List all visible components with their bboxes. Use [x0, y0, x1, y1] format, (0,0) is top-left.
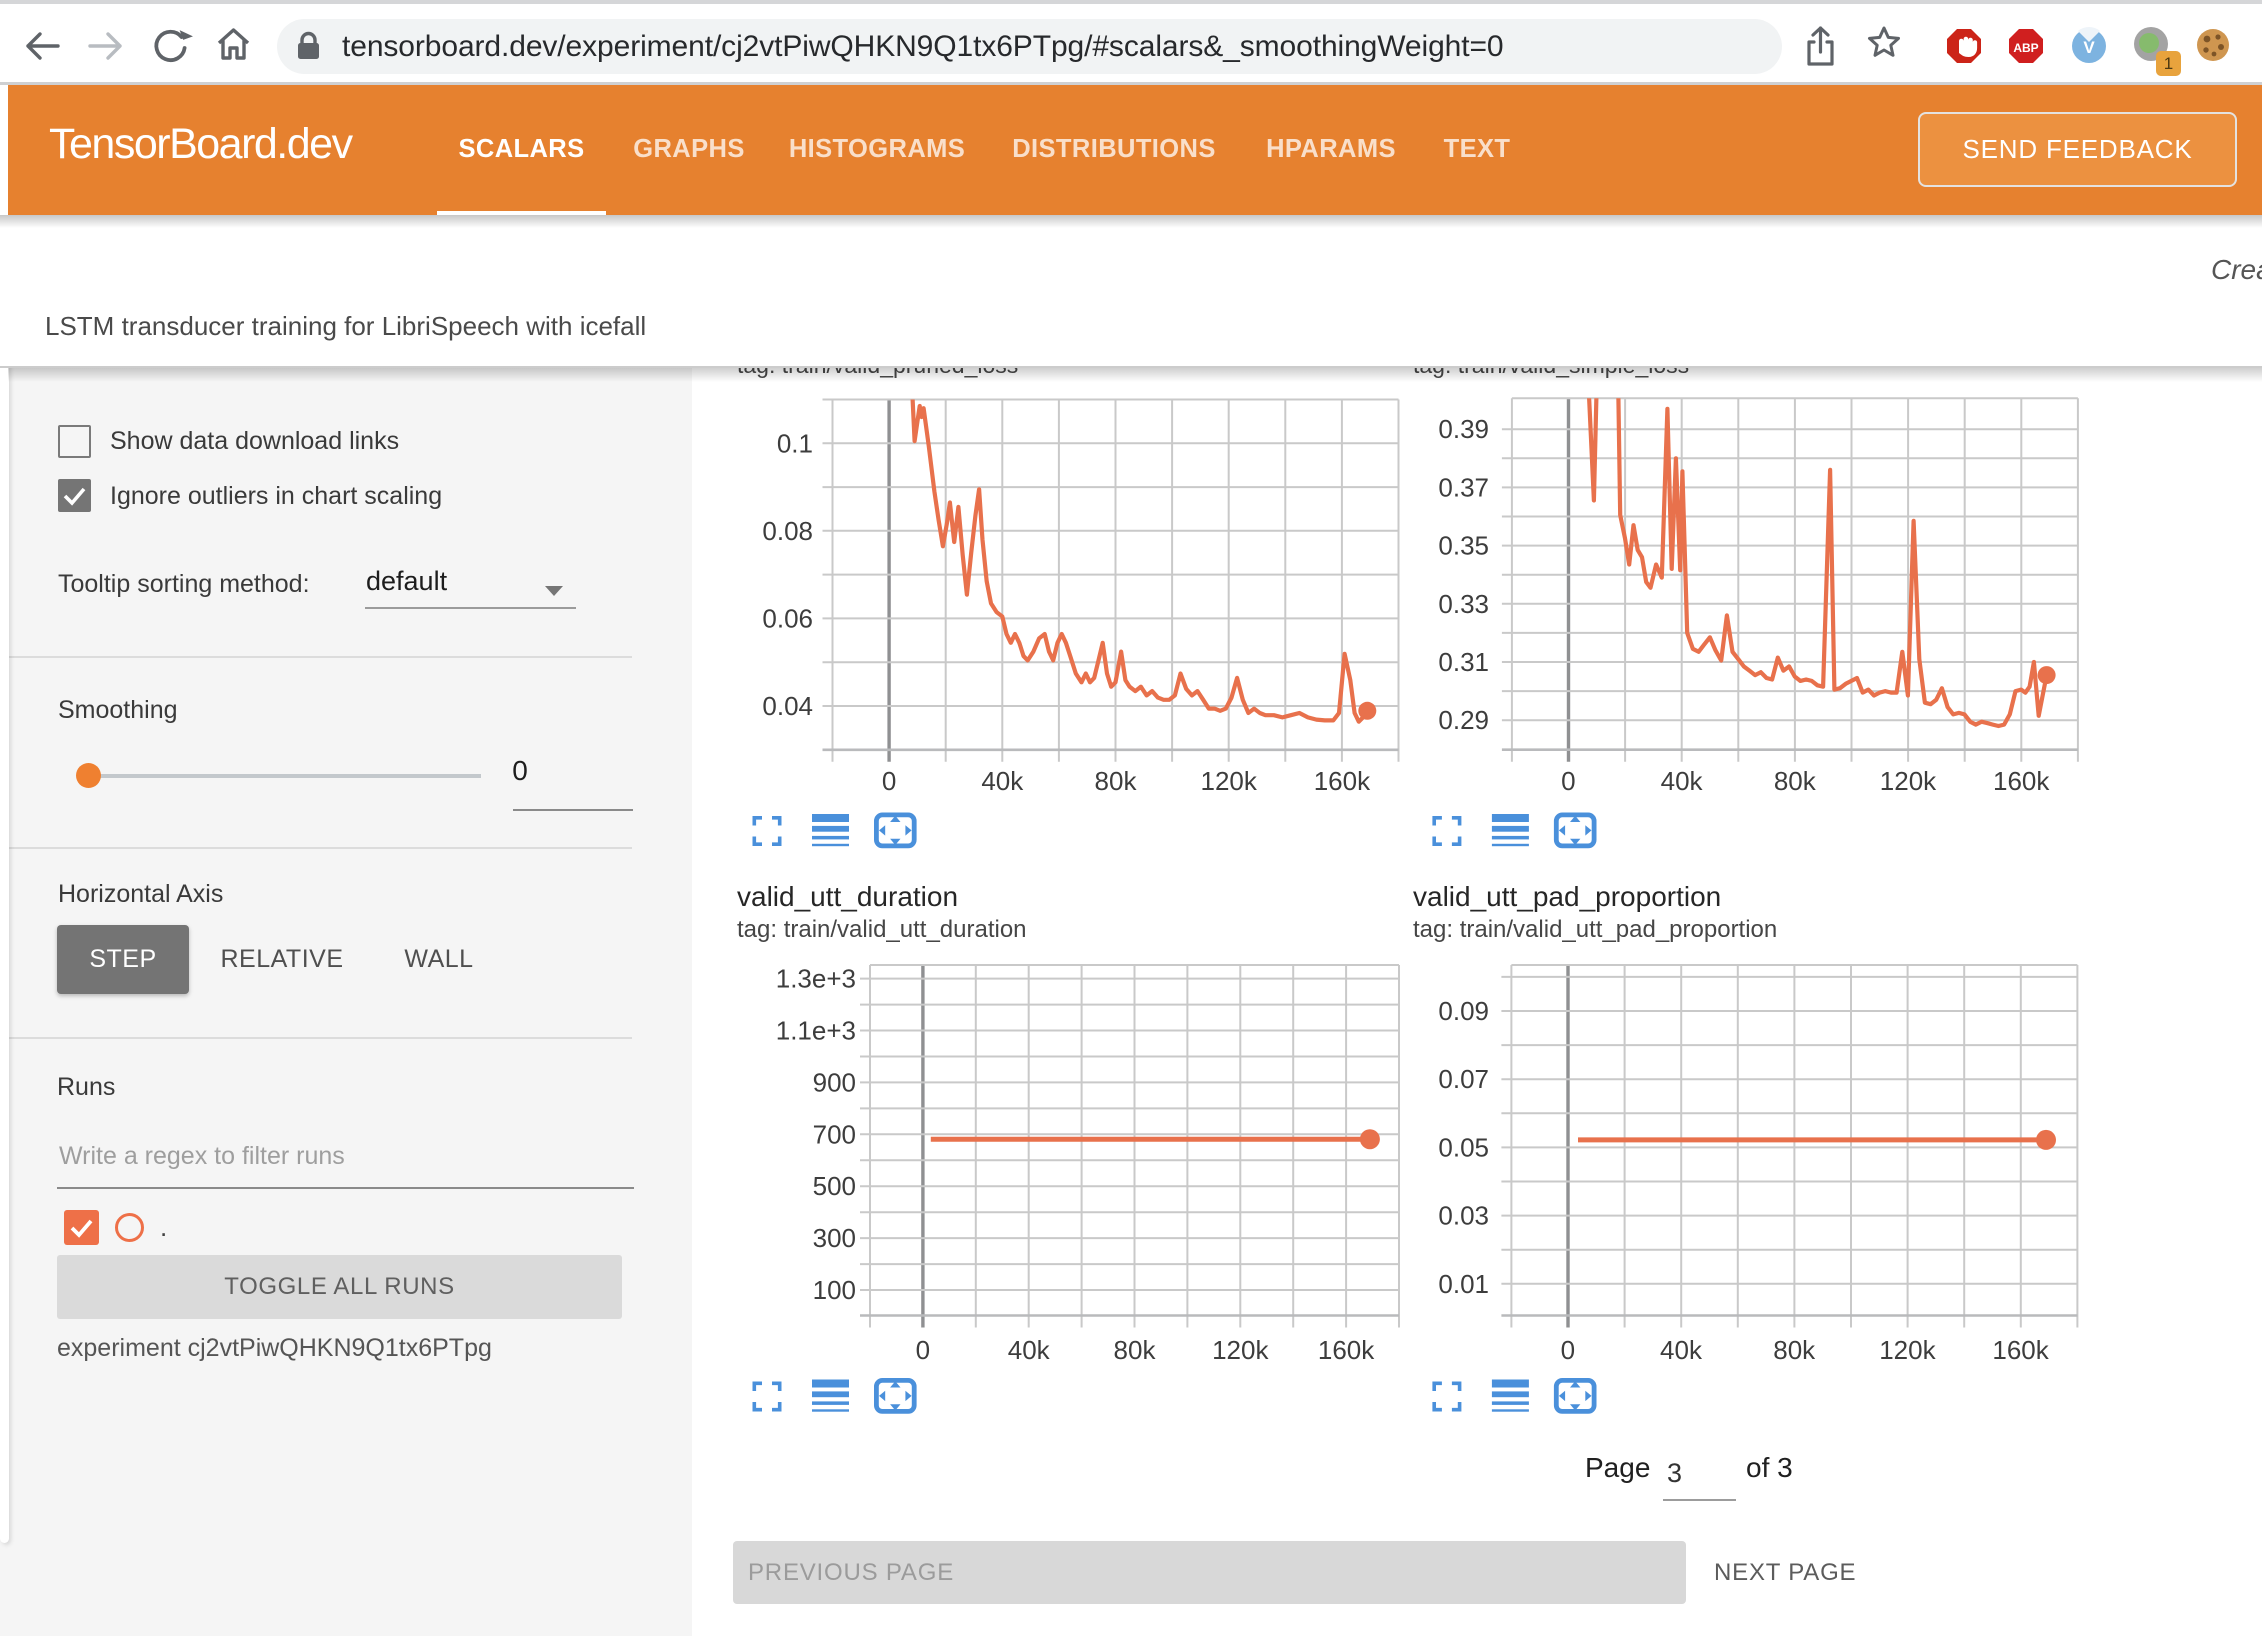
svg-text:0: 0: [882, 766, 896, 796]
svg-text:0.03: 0.03: [1438, 1201, 1489, 1231]
svg-text:1: 1: [2164, 54, 2173, 73]
svg-text:100: 100: [813, 1275, 856, 1305]
svg-text:80k: 80k: [1774, 766, 1817, 796]
svg-text:0.06: 0.06: [762, 604, 813, 634]
svg-text:ABP: ABP: [2013, 41, 2038, 55]
svg-text:160k: 160k: [1314, 766, 1371, 796]
svg-text:900: 900: [813, 1067, 856, 1097]
svg-text:80k: 80k: [1095, 766, 1138, 796]
svg-text:40k: 40k: [1661, 766, 1704, 796]
svg-text:0.35: 0.35: [1438, 531, 1489, 561]
svg-text:120k: 120k: [1880, 766, 1937, 796]
svg-text:40k: 40k: [1008, 1335, 1051, 1365]
svg-text:0: 0: [1561, 766, 1575, 796]
svg-text:0.09: 0.09: [1438, 996, 1489, 1026]
svg-text:40k: 40k: [1660, 1335, 1703, 1365]
svg-text:0.01: 0.01: [1438, 1269, 1489, 1299]
svg-text:valid_utt_pad_proportion: valid_utt_pad_proportion: [1413, 881, 1721, 912]
svg-text:0: 0: [1561, 1335, 1575, 1365]
svg-text:0.39: 0.39: [1438, 414, 1489, 444]
svg-text:0.33: 0.33: [1438, 589, 1489, 619]
svg-text:160k: 160k: [1318, 1335, 1375, 1365]
svg-text:40k: 40k: [981, 766, 1024, 796]
svg-text:1.3e+3: 1.3e+3: [776, 964, 856, 994]
svg-text:0: 0: [916, 1335, 930, 1365]
svg-text:500: 500: [813, 1171, 856, 1201]
svg-text:tag: train/valid_utt_pad_propo: tag: train/valid_utt_pad_proportion: [1413, 916, 1777, 943]
svg-text:0.31: 0.31: [1438, 647, 1489, 677]
svg-text:0.04: 0.04: [762, 691, 813, 721]
svg-text:0.08: 0.08: [762, 516, 813, 546]
svg-text:300: 300: [813, 1223, 856, 1253]
svg-text:80k: 80k: [1773, 1335, 1816, 1365]
svg-text:120k: 120k: [1212, 1335, 1269, 1365]
svg-text:tag: train/valid_utt_duration: tag: train/valid_utt_duration: [737, 916, 1027, 943]
svg-text:700: 700: [813, 1119, 856, 1149]
svg-text:0.37: 0.37: [1438, 472, 1489, 502]
svg-text:80k: 80k: [1114, 1335, 1157, 1365]
svg-text:160k: 160k: [1993, 766, 2050, 796]
svg-text:valid_utt_duration: valid_utt_duration: [737, 881, 958, 912]
svg-text:1.1e+3: 1.1e+3: [776, 1016, 856, 1046]
svg-text:0.07: 0.07: [1438, 1064, 1489, 1094]
svg-text:V: V: [2083, 38, 2095, 57]
svg-text:160k: 160k: [1992, 1335, 2049, 1365]
svg-text:120k: 120k: [1879, 1335, 1936, 1365]
svg-text:120k: 120k: [1201, 766, 1258, 796]
svg-text:0.29: 0.29: [1438, 705, 1489, 735]
svg-text:0.05: 0.05: [1438, 1132, 1489, 1162]
svg-text:0.1: 0.1: [777, 428, 813, 458]
